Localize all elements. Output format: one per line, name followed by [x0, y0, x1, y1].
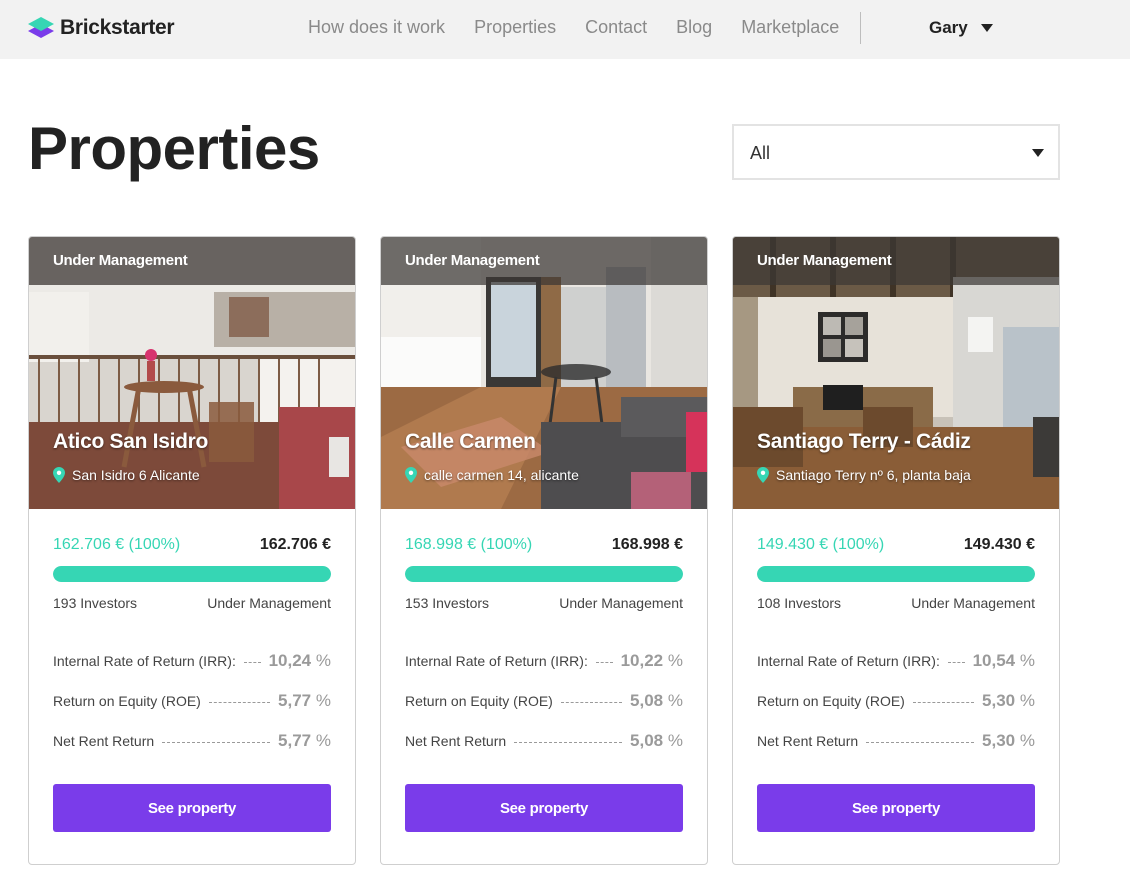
- nav-blog[interactable]: Blog: [676, 17, 712, 38]
- location-pin-icon: [757, 467, 769, 483]
- leader-dots: [947, 661, 965, 663]
- metric-value: 5,77 %: [278, 731, 331, 750]
- property-address: San Isidro 6 Alicante: [53, 467, 200, 483]
- address-text: San Isidro 6 Alicante: [72, 467, 200, 483]
- leader-dots: [243, 661, 261, 663]
- see-property-button[interactable]: See property: [405, 784, 683, 832]
- leader-dots: [912, 701, 975, 703]
- metric-label: Net Rent Return: [53, 733, 155, 749]
- progress-fill: [405, 566, 683, 582]
- property-name: Calle Carmen: [405, 430, 536, 453]
- location-pin-icon: [53, 467, 65, 483]
- property-state: Under Management: [911, 595, 1035, 611]
- see-property-button[interactable]: See property: [53, 784, 331, 832]
- address-text: calle carmen 14, alicante: [424, 467, 579, 483]
- chevron-down-icon: [1032, 149, 1044, 157]
- status-badge: Under Management: [53, 252, 188, 269]
- investor-count: 108 Investors: [757, 595, 842, 611]
- metric-irr: Internal Rate of Return (IRR): 10,22 %: [405, 650, 683, 672]
- investor-count: 153 Investors: [405, 595, 490, 611]
- property-card: Under Management Atico San Isidro San Is…: [28, 236, 356, 865]
- funding-progress-bar: [405, 566, 683, 582]
- location-pin-icon: [405, 467, 417, 483]
- property-card: Under Management Santiago Terry - Cádiz …: [732, 236, 1060, 865]
- nav-how-it-works[interactable]: How does it work: [308, 17, 445, 38]
- metric-net-rent: Net Rent Return 5,30 %: [757, 730, 1035, 752]
- brand-logo[interactable]: Brickstarter: [28, 14, 175, 42]
- metric-roe: Return on Equity (ROE) 5,77 %: [53, 690, 331, 712]
- see-property-button[interactable]: See property: [757, 784, 1035, 832]
- funding-progress-bar: [757, 566, 1035, 582]
- metric-value: 10,54 %: [972, 651, 1035, 670]
- page-title: Properties: [28, 115, 320, 182]
- nav-divider: [860, 12, 861, 44]
- metric-irr: Internal Rate of Return (IRR): 10,54 %: [757, 650, 1035, 672]
- leader-dots: [162, 741, 271, 743]
- nav-properties[interactable]: Properties: [474, 17, 556, 38]
- funded-amount: 162.706 € (100%): [53, 536, 181, 553]
- goal-amount: 149.430 €: [963, 536, 1035, 553]
- leader-dots: [514, 741, 623, 743]
- metric-net-rent: Net Rent Return 5,77 %: [53, 730, 331, 752]
- property-photo[interactable]: Under Management Calle Carmen calle carm…: [381, 237, 707, 509]
- top-navbar: Brickstarter How does it work Properties…: [0, 0, 1130, 59]
- property-filter-select[interactable]: All: [732, 124, 1060, 180]
- metric-irr: Internal Rate of Return (IRR): 10,24 %: [53, 650, 331, 672]
- property-address: calle carmen 14, alicante: [405, 467, 579, 483]
- filter-selected-value: All: [750, 143, 771, 163]
- property-name: Atico San Isidro: [53, 430, 209, 453]
- status-badge: Under Management: [405, 252, 540, 269]
- property-photo[interactable]: Under Management Santiago Terry - Cádiz …: [733, 237, 1059, 509]
- goal-amount: 162.706 €: [259, 536, 331, 553]
- funding-progress-bar: [53, 566, 331, 582]
- user-menu[interactable]: Gary: [929, 18, 993, 38]
- chevron-down-icon: [980, 24, 993, 32]
- metric-value: 10,22 %: [620, 651, 683, 670]
- progress-fill: [53, 566, 331, 582]
- address-text: Santiago Terry nº 6, planta baja: [776, 467, 971, 483]
- logo-icon: [28, 17, 54, 38]
- leader-dots: [560, 701, 623, 703]
- metric-value: 5,30 %: [982, 691, 1035, 710]
- progress-fill: [757, 566, 1035, 582]
- metric-label: Return on Equity (ROE): [757, 693, 905, 709]
- metric-roe: Return on Equity (ROE) 5,30 %: [757, 690, 1035, 712]
- funded-amount: 149.430 € (100%): [757, 536, 885, 553]
- metric-label: Return on Equity (ROE): [53, 693, 201, 709]
- funded-amount: 168.998 € (100%): [405, 536, 533, 553]
- metric-roe: Return on Equity (ROE) 5,08 %: [405, 690, 683, 712]
- metric-value: 5,08 %: [630, 731, 683, 750]
- main-nav: How does it work Properties Contact Blog…: [308, 17, 868, 38]
- leader-dots: [595, 661, 613, 663]
- status-badge: Under Management: [757, 252, 892, 269]
- metric-value: 10,24 %: [268, 651, 331, 670]
- metric-label: Net Rent Return: [405, 733, 507, 749]
- property-card: Under Management Calle Carmen calle carm…: [380, 236, 708, 865]
- metric-value: 5,30 %: [982, 731, 1035, 750]
- leader-dots: [866, 741, 975, 743]
- metric-net-rent: Net Rent Return 5,08 %: [405, 730, 683, 752]
- property-state: Under Management: [207, 595, 331, 611]
- investor-count: 193 Investors: [53, 595, 138, 611]
- metric-label: Internal Rate of Return (IRR):: [53, 653, 236, 669]
- metric-label: Return on Equity (ROE): [405, 693, 553, 709]
- property-photo[interactable]: Under Management Atico San Isidro San Is…: [29, 237, 355, 509]
- metric-label: Internal Rate of Return (IRR):: [405, 653, 588, 669]
- nav-contact[interactable]: Contact: [585, 17, 647, 38]
- nav-marketplace[interactable]: Marketplace: [741, 17, 839, 38]
- brand-name: Brickstarter: [60, 16, 175, 39]
- property-address: Santiago Terry nº 6, planta baja: [757, 467, 971, 483]
- leader-dots: [208, 701, 271, 703]
- metric-value: 5,08 %: [630, 691, 683, 710]
- user-name: Gary: [929, 18, 968, 37]
- property-name: Santiago Terry - Cádiz: [757, 430, 971, 453]
- metric-label: Net Rent Return: [757, 733, 859, 749]
- property-state: Under Management: [559, 595, 683, 611]
- goal-amount: 168.998 €: [611, 536, 683, 553]
- metric-label: Internal Rate of Return (IRR):: [757, 653, 940, 669]
- metric-value: 5,77 %: [278, 691, 331, 710]
